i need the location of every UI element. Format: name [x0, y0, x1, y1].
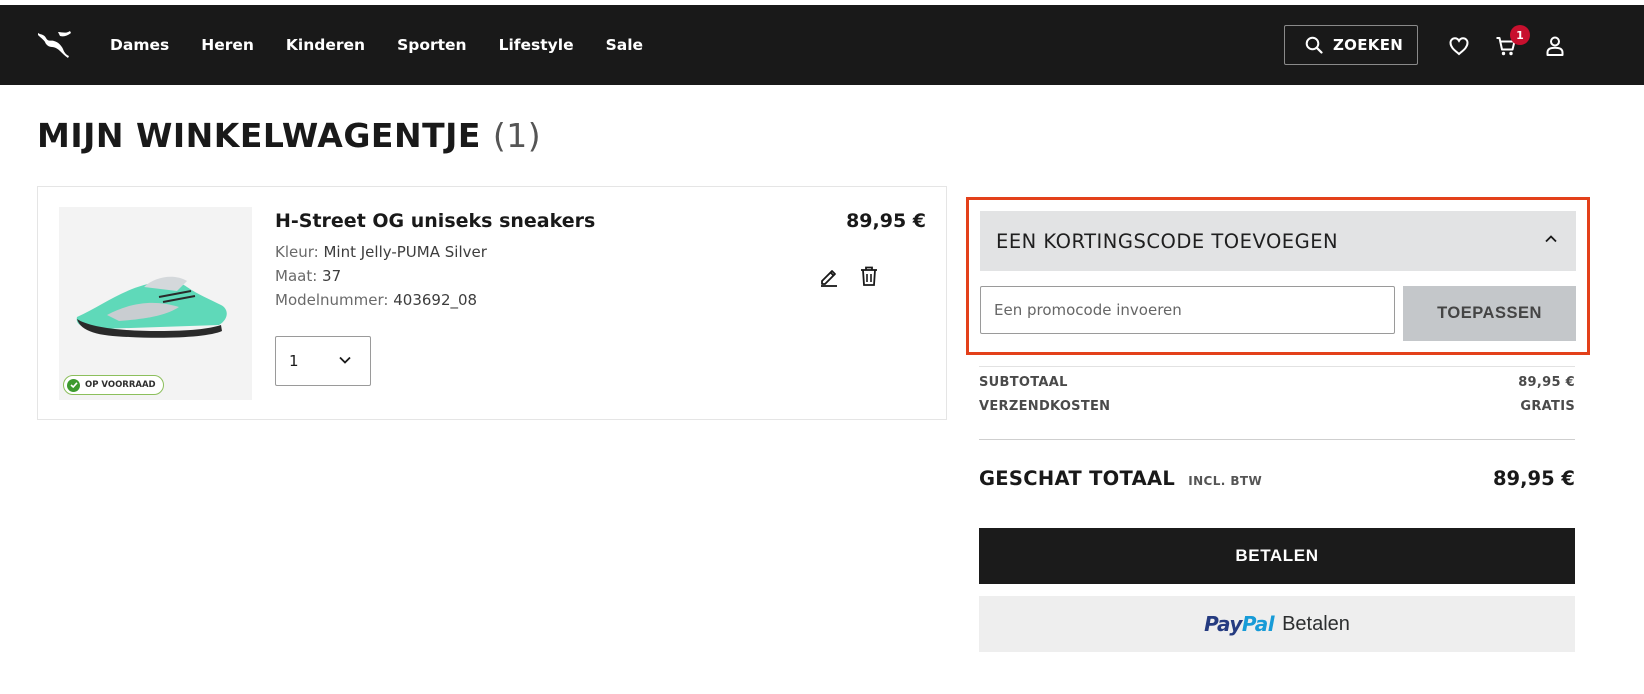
promo-code-input[interactable]	[980, 286, 1395, 334]
edit-icon[interactable]	[818, 265, 840, 287]
nav-item-heren[interactable]: Heren	[201, 36, 254, 54]
apply-promo-button[interactable]: TOEPASSEN	[1403, 286, 1576, 341]
color-value: Mint Jelly-PUMA Silver	[323, 243, 487, 261]
product-image[interactable]: OP VOORRAAD	[59, 207, 252, 400]
shipping-value: GRATIS	[1520, 399, 1575, 414]
search-label: ZOEKEN	[1333, 36, 1404, 54]
size-value: 37	[322, 267, 342, 285]
promo-code-section: EEN KORTINGSCODE TOEVOEGEN TOEPASSEN	[966, 197, 1590, 355]
paypal-logo-part-a: Pay	[1204, 612, 1242, 636]
cart-item-card: OP VOORRAAD H-Street OG uniseks sneakers…	[37, 186, 947, 420]
chevron-up-icon	[1545, 235, 1557, 243]
product-color: Kleur: Mint Jelly-PUMA Silver	[275, 243, 487, 261]
product-name[interactable]: H-Street OG uniseks sneakers	[275, 210, 595, 232]
subtotal-value: 89,95 €	[1518, 375, 1575, 390]
main-nav: Dames Heren Kinderen Sporten Lifestyle S…	[110, 5, 675, 85]
paypal-logo-icon: PayPal	[1204, 612, 1275, 636]
puma-logo-icon[interactable]	[36, 29, 72, 59]
search-icon	[1305, 36, 1323, 54]
nav-item-sale[interactable]: Sale	[606, 36, 643, 54]
stock-status-badge: OP VOORRAAD	[63, 375, 164, 395]
trash-icon[interactable]	[858, 265, 880, 287]
promo-code-title: EEN KORTINGSCODE TOEVOEGEN	[996, 229, 1339, 253]
product-price: 89,95 €	[846, 210, 926, 232]
quantity-select[interactable]: 1	[275, 336, 371, 386]
checkout-button[interactable]: BETALEN	[979, 528, 1575, 584]
color-label: Kleur:	[275, 243, 319, 261]
page-title: MIJN WINKELWAGENTJE (1)	[37, 116, 541, 155]
size-label: Maat:	[275, 267, 318, 285]
total-label-text: GESCHAT TOTAAL	[979, 467, 1176, 490]
sneaker-illustration	[76, 276, 227, 338]
model-value: 403692_08	[393, 291, 478, 309]
checkmark-icon	[67, 378, 80, 392]
total-tax-note: INCL. BTW	[1188, 474, 1263, 488]
chevron-down-icon	[339, 356, 351, 364]
summary-divider	[979, 439, 1575, 440]
nav-item-lifestyle[interactable]: Lifestyle	[499, 36, 574, 54]
heart-icon[interactable]	[1448, 35, 1470, 57]
stock-status-label: OP VOORRAAD	[85, 380, 156, 390]
shipping-label: VERZENDKOSTEN	[979, 399, 1111, 414]
nav-item-dames[interactable]: Dames	[110, 36, 169, 54]
nav-item-kinderen[interactable]: Kinderen	[286, 36, 365, 54]
paypal-button[interactable]: PayPal Betalen	[979, 596, 1575, 652]
estimated-total-label: GESCHAT TOTAAL INCL. BTW	[979, 467, 1262, 490]
page-title-text: MIJN WINKELWAGENTJE	[37, 116, 481, 155]
paypal-button-label: Betalen	[1282, 612, 1350, 635]
cart-item-count: (1)	[492, 116, 542, 155]
estimated-total-value: 89,95 €	[1492, 467, 1575, 490]
subtotal-label: SUBTOTAAL	[979, 375, 1068, 390]
cart-count-badge: 1	[1510, 25, 1530, 45]
product-model-number: Modelnummer: 403692_08	[275, 291, 477, 309]
subtotal-row: SUBTOTAAL 89,95 €	[979, 375, 1575, 390]
model-label: Modelnummer:	[275, 291, 389, 309]
search-button[interactable]: ZOEKEN	[1284, 25, 1418, 65]
shipping-row: VERZENDKOSTEN GRATIS	[979, 399, 1575, 414]
top-navigation-bar: Dames Heren Kinderen Sporten Lifestyle S…	[0, 5, 1644, 85]
quantity-value: 1	[289, 352, 299, 370]
promo-code-toggle[interactable]: EEN KORTINGSCODE TOEVOEGEN	[980, 211, 1576, 271]
summary-divider-top	[979, 366, 1575, 367]
nav-item-sporten[interactable]: Sporten	[397, 36, 467, 54]
paypal-logo-part-b: Pal	[1241, 612, 1275, 636]
product-size: Maat: 37	[275, 267, 341, 285]
user-icon[interactable]	[1544, 35, 1566, 57]
